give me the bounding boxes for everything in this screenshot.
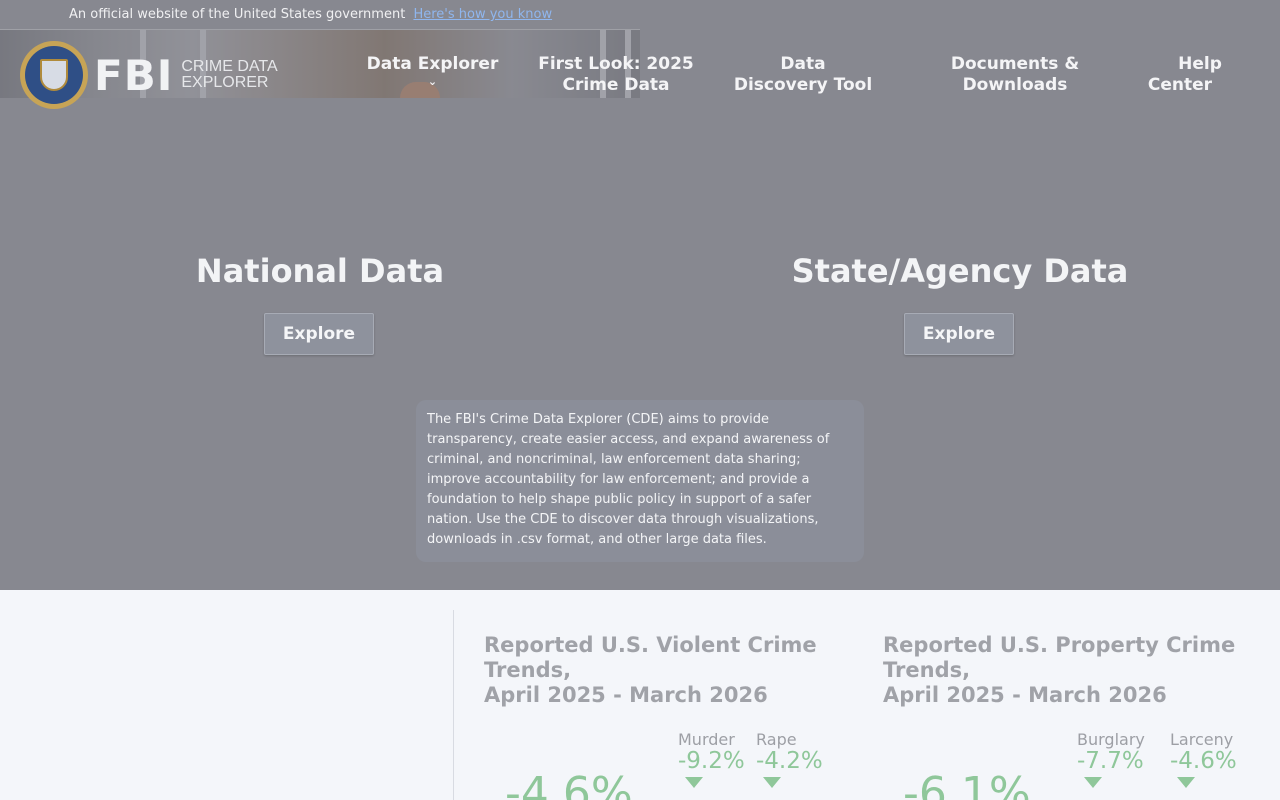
national-explore-button[interactable]: Explore (264, 313, 374, 355)
state-explore-button[interactable]: Explore (904, 313, 1014, 355)
decrease-arrow-icon (1084, 777, 1102, 788)
gov-banner-text: An official website of the United States… (69, 7, 406, 22)
chevron-down-icon: ⌄ (427, 75, 438, 88)
state-agency-data-title: State/Agency Data (791, 252, 1129, 290)
main-nav: Data Explorer ⌄ First Look: 2025 Crime Da… (0, 54, 1280, 104)
murder-stat: Murder -9.2% (678, 730, 745, 788)
violent-crime-title: Reported U.S. Violent Crime Trends, Apri… (484, 633, 817, 707)
decrease-arrow-icon (685, 777, 703, 788)
nav-data-discovery-tool[interactable]: Data Discovery Tool (728, 54, 878, 96)
burglary-stat: Burglary -7.7% (1077, 730, 1145, 788)
how-you-know-link[interactable]: Here's how you know (413, 7, 552, 22)
violent-crime-overall: -4.6% (505, 768, 633, 800)
hero-section: An official website of the United States… (0, 0, 1280, 590)
cde-description: The FBI's Crime Data Explorer (CDE) aims… (416, 400, 864, 562)
section-divider (453, 610, 454, 800)
larceny-stat: Larceny -4.6% (1170, 730, 1237, 788)
property-crime-title: Reported U.S. Property Crime Trends, Apr… (883, 633, 1236, 707)
decrease-arrow-icon (1177, 777, 1195, 788)
decrease-arrow-icon (763, 777, 781, 788)
property-crime-overall: -6.1% (903, 768, 1031, 800)
gov-banner: An official website of the United States… (0, 0, 640, 30)
nav-help-center[interactable]: Help Center (1120, 54, 1240, 96)
nav-first-look[interactable]: First Look: 2025 Crime Data (530, 54, 702, 96)
nav-data-explorer[interactable]: Data Explorer ⌄ (360, 54, 505, 89)
trends-section: Reported U.S. Violent Crime Trends, Apri… (0, 590, 1280, 800)
nav-documents-downloads[interactable]: Documents & Downloads (935, 54, 1095, 96)
national-data-title: National Data (195, 252, 445, 290)
rape-stat: Rape -4.2% (756, 730, 823, 788)
